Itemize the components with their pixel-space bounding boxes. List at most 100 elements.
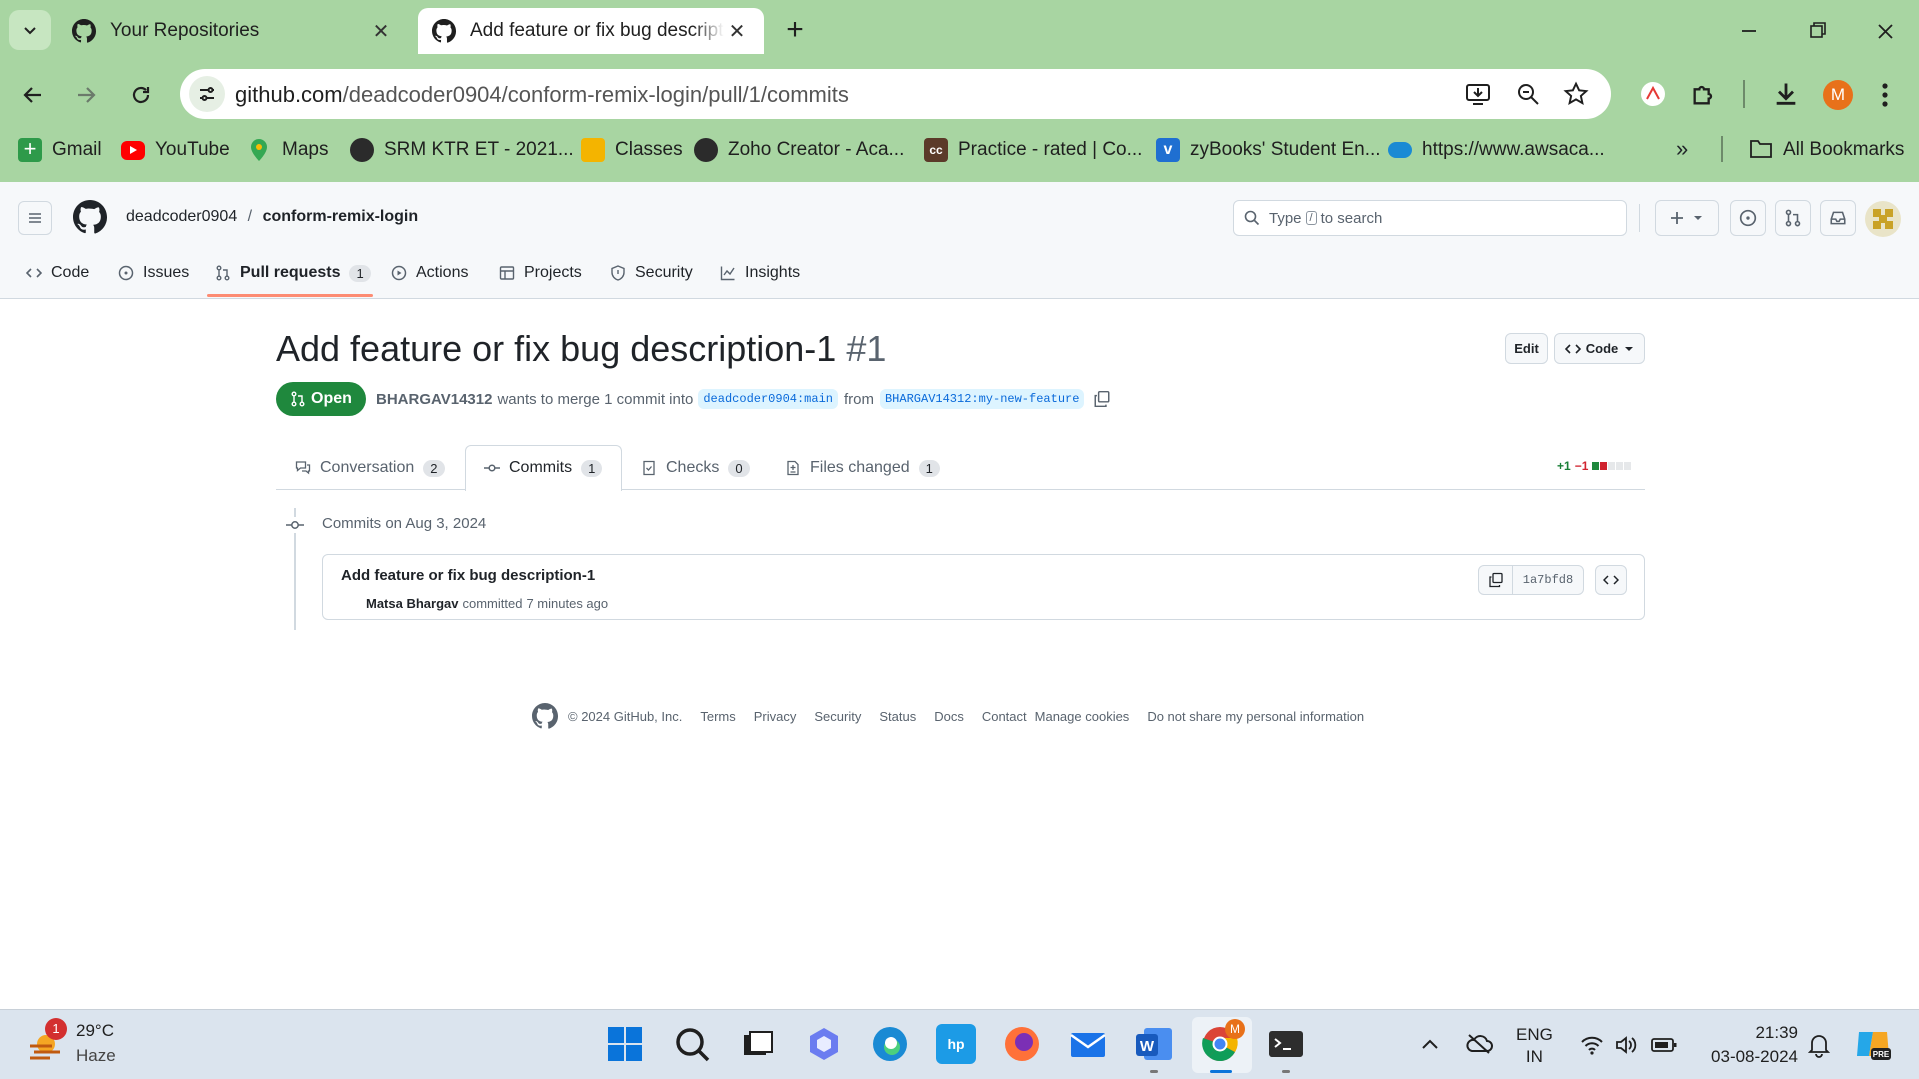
code-icon [1564, 343, 1581, 354]
firefox-icon[interactable] [1002, 1024, 1042, 1064]
new-tab-button[interactable]: + [778, 14, 812, 48]
inbox-button[interactable] [1820, 200, 1856, 236]
inbox-icon [1830, 211, 1846, 225]
commit-action-text: committed [462, 595, 523, 611]
wifi-icon[interactable] [1580, 1034, 1604, 1056]
global-nav-menu-button[interactable] [18, 201, 52, 235]
pr-tab-files-changed[interactable]: Files changed 1 [785, 446, 940, 490]
close-tab-icon[interactable]: ✕ [368, 18, 394, 44]
bookmark-zoho[interactable]: Zoho Creator - Aca... [694, 136, 904, 164]
tab-issues[interactable]: Issues [118, 258, 189, 288]
browser-tab-active[interactable]: Add feature or fix bug descripti ✕ [418, 8, 764, 54]
kebab-menu-icon[interactable] [1879, 80, 1891, 110]
url-text[interactable]: github.com/deadcoder0904/conform-remix-l… [235, 82, 849, 108]
address-bar[interactable]: github.com/deadcoder0904/conform-remix-l… [180, 69, 1611, 119]
commit-author-link[interactable]: Matsa Bhargav [366, 596, 458, 611]
close-tab-icon[interactable]: ✕ [724, 18, 750, 44]
close-window-button[interactable] [1868, 16, 1902, 46]
edit-button[interactable]: Edit [1505, 333, 1548, 364]
extensions-puzzle-icon[interactable] [1690, 80, 1718, 108]
bookmark-gmail[interactable]: + Gmail [18, 136, 102, 164]
footer-link-contact[interactable]: Contact [982, 709, 1027, 724]
downloads-icon[interactable] [1772, 80, 1800, 108]
tab-search-button[interactable] [9, 10, 51, 50]
head-branch[interactable]: BHARGAV14312:my-new-feature [879, 389, 1085, 409]
tab-code[interactable]: Code [26, 258, 89, 288]
pr-tab-conversation[interactable]: Conversation 2 [295, 446, 445, 490]
tab-security[interactable]: Security [610, 258, 693, 288]
browser-tab-repositories[interactable]: Your Repositories ✕ [58, 8, 408, 54]
author-avatar[interactable] [341, 593, 361, 613]
install-app-icon[interactable] [1465, 81, 1491, 107]
github-logo-icon[interactable] [73, 200, 107, 234]
site-info-button[interactable] [189, 76, 225, 112]
bookmark-star-icon[interactable] [1563, 81, 1589, 107]
chrome-running-indicator [1210, 1070, 1232, 1073]
tab-actions[interactable]: Actions [391, 258, 468, 288]
back-button[interactable] [16, 78, 50, 112]
breadcrumb-repo[interactable]: conform-remix-login [263, 208, 419, 225]
terminal-icon[interactable] [1266, 1024, 1306, 1064]
reload-button[interactable] [124, 78, 158, 112]
browse-repo-button[interactable] [1595, 565, 1627, 595]
edge-icon[interactable] [870, 1024, 910, 1064]
search-input[interactable]: Type / to search [1233, 200, 1627, 236]
myhp-icon[interactable]: hp [936, 1024, 976, 1064]
profile-avatar[interactable]: M [1823, 80, 1853, 110]
language-indicator[interactable]: ENG IN [1516, 1024, 1553, 1068]
issues-button[interactable] [1730, 200, 1766, 236]
footer-link-privacy[interactable]: Privacy [754, 709, 797, 724]
pull-requests-button[interactable] [1775, 200, 1811, 236]
tab-pull-requests[interactable]: Pull requests 1 [215, 258, 371, 288]
word-icon[interactable]: W [1134, 1024, 1174, 1064]
footer-link-manage-cookies[interactable]: Manage cookies [1035, 709, 1130, 724]
copilot-icon[interactable] [804, 1024, 844, 1064]
more-bookmarks-icon[interactable]: » [1676, 136, 1688, 162]
all-bookmarks-button[interactable]: All Bookmarks [1749, 136, 1904, 164]
extension-acrobat-icon[interactable] [1640, 81, 1666, 107]
zoom-icon[interactable] [1516, 82, 1540, 106]
bookmark-codechef[interactable]: cc Practice - rated | Co... [924, 136, 1142, 164]
language-top: ENG [1516, 1025, 1553, 1044]
onedrive-offline-icon[interactable] [1465, 1032, 1493, 1056]
mail-icon[interactable] [1068, 1024, 1108, 1064]
clock[interactable]: 21:39 03-08-2024 [1698, 1021, 1798, 1069]
bookmark-maps[interactable]: Maps [248, 136, 328, 164]
footer-link-docs[interactable]: Docs [934, 709, 964, 724]
restore-button[interactable] [1800, 16, 1834, 46]
bookmark-youtube[interactable]: YouTube [121, 136, 230, 164]
bookmark-srm[interactable]: SRM KTR ET - 2021... [350, 136, 574, 164]
copy-sha-button[interactable] [1478, 565, 1513, 595]
commit-sha-link[interactable]: 1a7bfd8 [1512, 565, 1584, 595]
code-dropdown-button[interactable]: Code [1554, 333, 1645, 364]
bookmark-awsacademy[interactable]: https://www.awsaca... [1388, 136, 1605, 164]
copy-icon[interactable] [1093, 390, 1111, 408]
bookmark-classes[interactable]: Classes [581, 136, 683, 164]
copilot-pre-icon[interactable]: PRE [1853, 1024, 1893, 1064]
volume-icon[interactable] [1614, 1034, 1638, 1056]
start-windows-icon[interactable] [605, 1024, 645, 1064]
user-avatar[interactable] [1865, 201, 1901, 237]
breadcrumb-owner[interactable]: deadcoder0904 [126, 208, 237, 225]
chevron-up-icon[interactable] [1418, 1034, 1442, 1054]
battery-icon[interactable] [1650, 1035, 1678, 1055]
pr-tab-checks[interactable]: Checks 0 [641, 446, 750, 490]
task-view-icon[interactable] [738, 1024, 778, 1064]
footer-link-security[interactable]: Security [814, 709, 861, 724]
minimize-button[interactable] [1732, 16, 1766, 46]
footer-link-terms[interactable]: Terms [700, 709, 735, 724]
base-branch[interactable]: deadcoder0904:main [698, 389, 838, 409]
notification-bell-icon[interactable] [1808, 1032, 1830, 1058]
search-taskbar-icon[interactable] [672, 1024, 712, 1064]
github-logo-icon[interactable] [532, 703, 558, 729]
tab-projects[interactable]: Projects [499, 258, 582, 288]
footer-link-status[interactable]: Status [879, 709, 916, 724]
pr-tab-commits[interactable]: Commits 1 [484, 446, 603, 490]
forward-button[interactable] [69, 78, 103, 112]
create-new-button[interactable] [1655, 200, 1719, 236]
bookmark-zybooks[interactable]: v zyBooks' Student En... [1156, 136, 1381, 164]
footer-link-do-not-share[interactable]: Do not share my personal information [1147, 709, 1364, 724]
commit-message-link[interactable]: Add feature or fix bug description-1 [341, 567, 595, 584]
tab-insights[interactable]: Insights [720, 258, 800, 288]
pr-author-link[interactable]: BHARGAV14312 [376, 391, 492, 408]
